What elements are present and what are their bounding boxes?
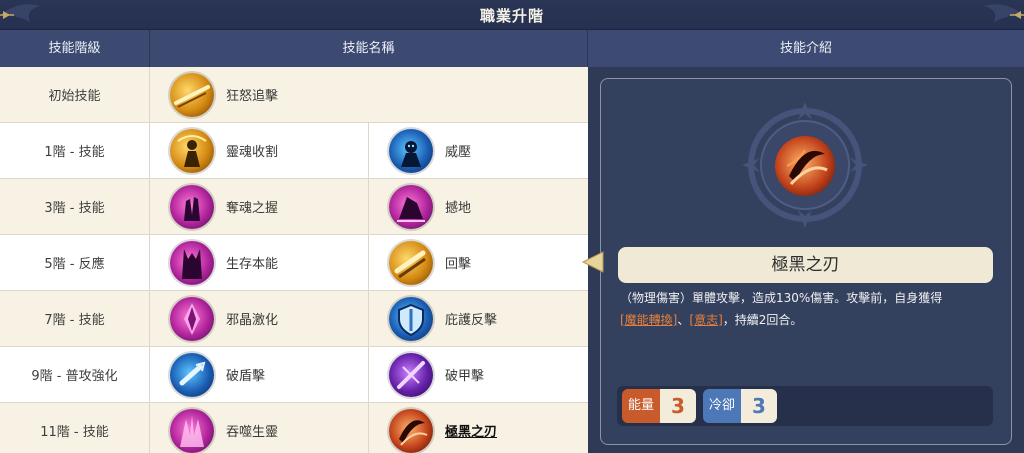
desc-text-before: （物理傷害）單體攻擊，造成130%傷害。攻擊前，自身獲得 xyxy=(620,291,943,305)
table-row: 11階 - 技能 吞噬生靈 極黑之刃 xyxy=(0,403,588,453)
header-skill-name: 技能名稱 xyxy=(150,30,588,67)
cooldown-stat: 冷卻 3 xyxy=(703,389,777,423)
table-row: 7階 - 技能 邪晶激化 庇護反擊 xyxy=(0,291,588,347)
dark-blade-icon xyxy=(389,408,433,453)
skill-label: 威壓 xyxy=(445,145,472,160)
soul-grasp-icon xyxy=(170,184,214,229)
desc-text-after: ，持續2回合。 xyxy=(722,313,803,327)
intimidate-icon xyxy=(389,128,433,173)
skill-label: 狂怒追擊 xyxy=(226,89,279,104)
energy-label: 能量 xyxy=(622,389,660,423)
level-cell: 11階 - 技能 xyxy=(0,403,150,453)
skill-linghun-shouge[interactable]: 靈魂收割 xyxy=(150,123,369,178)
shield-counter-icon xyxy=(389,296,433,341)
armor-break-icon xyxy=(389,352,433,397)
shield-break-icon xyxy=(170,352,214,397)
table-row: 3階 - 技能 奪魂之握 撼地 xyxy=(0,179,588,235)
skill-huiji[interactable]: 回擊 xyxy=(369,235,588,290)
selected-skill-icon xyxy=(775,136,835,196)
skill-label: 生存本能 xyxy=(226,257,279,272)
crystal-icon xyxy=(170,296,214,341)
energy-value: 3 xyxy=(660,389,696,423)
level-cell: 1階 - 技能 xyxy=(0,123,150,178)
counter-strike-icon xyxy=(389,240,433,285)
table-row: 5階 - 反應 生存本能 回擊 xyxy=(0,235,588,291)
pointer-arrow-icon xyxy=(581,251,604,273)
level-cell: 9階 - 普攻強化 xyxy=(0,347,150,402)
skill-label: 吞噬生靈 xyxy=(226,425,279,440)
skill-tunshi-shengling[interactable]: 吞噬生靈 xyxy=(150,403,369,453)
skill-label: 靈魂收割 xyxy=(226,145,279,160)
skill-label: 庇護反擊 xyxy=(445,313,498,328)
level-cell: 3階 - 技能 xyxy=(0,179,150,234)
skill-xiejing-jihua[interactable]: 邪晶激化 xyxy=(150,291,369,346)
skill-description: （物理傷害）單體攻擊，造成130%傷害。攻擊前，自身獲得 [魔能轉換]、[意志]… xyxy=(620,287,990,331)
title-bar: 職業升階 xyxy=(0,0,1024,30)
level-cell: 5階 - 反應 xyxy=(0,235,150,290)
skill-podun-ji[interactable]: 破盾擊 xyxy=(150,347,369,402)
earthshake-icon xyxy=(389,184,433,229)
skill-label: 邪晶激化 xyxy=(226,313,279,328)
table-row: 1階 - 技能 靈魂收割 威壓 xyxy=(0,123,588,179)
header-skill-intro: 技能介紹 xyxy=(588,30,1024,67)
survival-icon xyxy=(170,240,214,285)
skill-weiya[interactable]: 威壓 xyxy=(369,123,588,178)
table-header: 技能階級 技能名稱 技能介紹 xyxy=(0,30,1024,67)
window-title: 職業升階 xyxy=(479,7,544,25)
skill-label: 極黑之刃 xyxy=(445,425,498,440)
skill-jihei-zhiren[interactable]: 極黑之刃 xyxy=(369,403,588,453)
sword-slash-icon xyxy=(170,72,214,117)
skill-handi[interactable]: 撼地 xyxy=(369,179,588,234)
desc-separator: 、 xyxy=(677,313,690,327)
cooldown-value: 3 xyxy=(741,389,777,423)
buff-link-will[interactable]: [意志] xyxy=(689,313,722,327)
reaper-icon xyxy=(170,128,214,173)
level-cell: 7階 - 技能 xyxy=(0,291,150,346)
ornament-right-icon xyxy=(984,4,1024,23)
skill-label: 破盾擊 xyxy=(226,369,266,384)
skill-label: 回擊 xyxy=(445,257,472,272)
table-row: 初始技能 狂怒追擊 xyxy=(0,67,588,123)
buff-link-mana-convert[interactable]: [魔能轉換] xyxy=(620,313,677,327)
cooldown-label: 冷卻 xyxy=(703,389,741,423)
skill-label: 破甲擊 xyxy=(445,369,485,384)
selected-skill-name: 極黑之刃 xyxy=(618,247,993,283)
header-level: 技能階級 xyxy=(0,30,150,67)
skill-label: 奪魂之握 xyxy=(226,201,279,216)
skill-bihu-fanji[interactable]: 庇護反擊 xyxy=(369,291,588,346)
level-cell: 初始技能 xyxy=(0,67,150,122)
skill-pojia-ji[interactable]: 破甲擊 xyxy=(369,347,588,402)
skill-table: 初始技能 狂怒追擊 1階 - 技能 靈魂收割 威壓 3階 - 技能 奪魂之握 撼… xyxy=(0,67,588,453)
skill-kuangnu-zhuiji[interactable]: 狂怒追擊 xyxy=(150,67,588,122)
skill-label: 撼地 xyxy=(445,201,472,216)
skill-shengcun-benneng[interactable]: 生存本能 xyxy=(150,235,369,290)
devour-icon xyxy=(170,408,214,453)
energy-stat: 能量 3 xyxy=(622,389,696,423)
skill-duohun-zhiwo[interactable]: 奪魂之握 xyxy=(150,179,369,234)
table-row: 9階 - 普攻強化 破盾擊 破甲擊 xyxy=(0,347,588,403)
